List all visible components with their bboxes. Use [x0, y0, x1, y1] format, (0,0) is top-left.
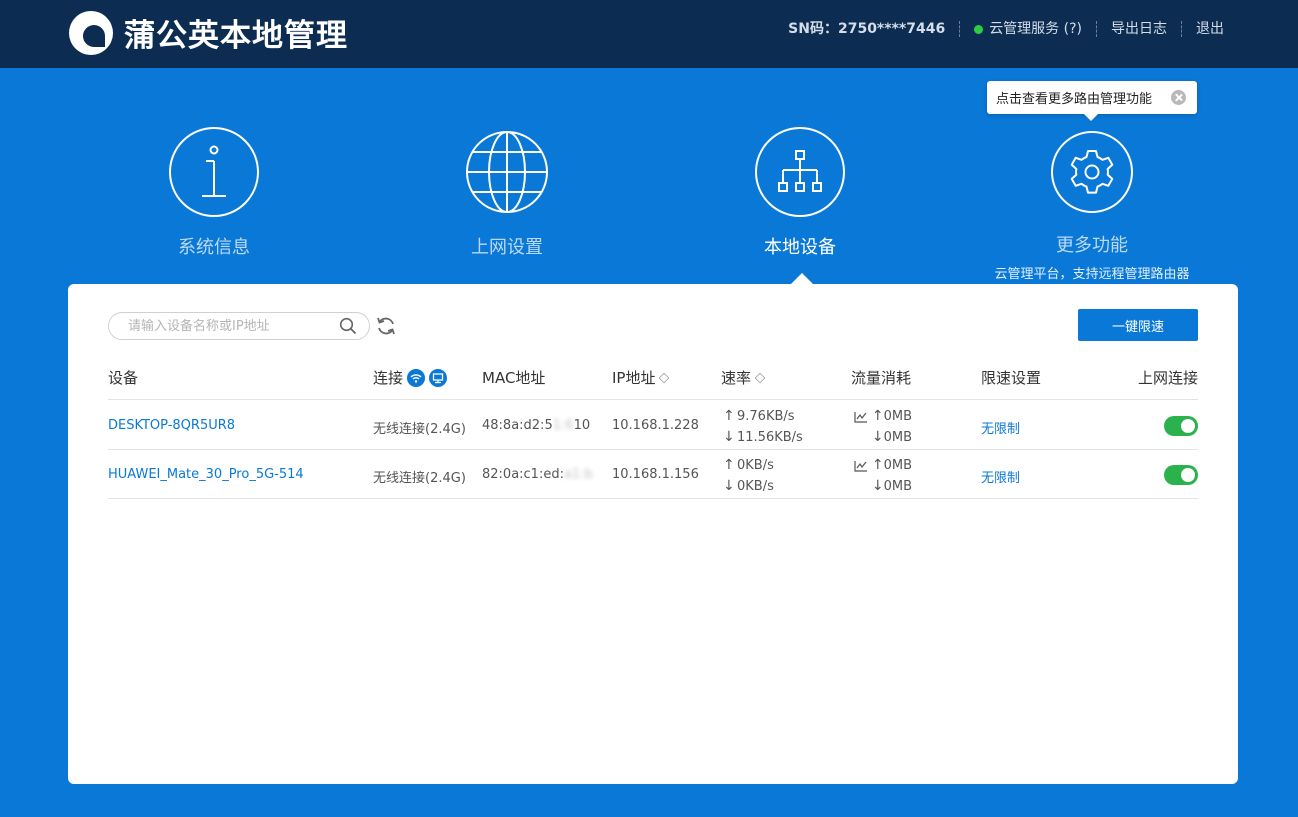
table-row: HUAWEI_Mate_30_Pro_5G-514 无线连接(2.4G) 82:… — [108, 450, 1198, 499]
nav-more-features-subtitle: 云管理平台，支持远程管理路由器 — [994, 267, 1190, 282]
wifi-filter-icon[interactable] — [407, 368, 426, 387]
limit-all-button[interactable]: 一键限速 — [1078, 309, 1198, 341]
header-speed: 速率 — [721, 367, 766, 388]
more-features-tooltip: 点击查看更多路由管理功能 — [987, 81, 1197, 121]
header-mac: MAC地址 — [482, 369, 546, 387]
top-nav: SN码： 2750****7446 云管理服务 (?) 导出日志 退出 — [774, 19, 1238, 39]
export-log-link[interactable]: 导出日志 — [1097, 19, 1181, 39]
sn-value: 2750****7446 — [837, 21, 946, 37]
nav-system-info-label: 系统信息 — [178, 237, 250, 258]
header-limit: 限速设置 — [981, 369, 1042, 387]
traffic-down: 0MB — [883, 430, 912, 445]
cloud-service-link[interactable]: 云管理服务 (?) — [960, 19, 1096, 39]
globe-icon — [462, 127, 552, 217]
sort-icon[interactable] — [754, 372, 766, 383]
speed-down: 11.56KB/s — [737, 430, 803, 445]
header-traffic: 流量消耗 — [851, 369, 912, 387]
traffic-cell: ↑0MB ↓0MB — [848, 406, 912, 448]
speed-down: 0KB/s — [737, 479, 774, 494]
arrow-up-icon: ↑ — [871, 408, 884, 424]
table-header: 设备 连接 MAC地址 IP地址 速率 流量消耗 限速设置 上网连接 — [108, 364, 1198, 400]
header-connection-label: 连接 — [373, 369, 404, 387]
gear-icon — [1051, 131, 1133, 213]
device-list-panel: 一键限速 设备 连接 MAC地址 IP地址 — [68, 284, 1238, 784]
traffic-up: 0MB — [883, 458, 912, 473]
network-topology-icon — [755, 127, 845, 217]
nav-internet-settings-label: 上网设置 — [471, 237, 543, 258]
logout-link[interactable]: 退出 — [1182, 19, 1238, 39]
internet-toggle[interactable] — [1164, 465, 1198, 485]
header-ip-label: IP地址 — [612, 369, 656, 387]
arrow-up-icon: ↑ — [723, 457, 735, 473]
info-icon — [169, 127, 259, 217]
traffic-cell: ↑0MB ↓0MB — [848, 455, 912, 497]
close-icon[interactable] — [1171, 90, 1186, 105]
header-device: 设备 — [108, 369, 139, 387]
mac-redacted: a1:b — [563, 467, 593, 482]
mac-visible: 82:0a:c1:ed: — [482, 467, 564, 482]
serial-number: SN码： 2750****7446 — [774, 19, 959, 39]
arrow-down-icon: ↓ — [723, 429, 735, 445]
arrow-up-icon: ↑ — [723, 408, 735, 424]
arrow-down-icon: ↓ — [871, 429, 884, 445]
limit-setting-link[interactable]: 无限制 — [981, 418, 1020, 437]
mac-address: 48:8a:d2:51:610 — [482, 418, 590, 433]
header-connection: 连接 — [373, 367, 448, 388]
header-speed-label: 速率 — [721, 369, 752, 387]
search-icon[interactable] — [339, 317, 357, 335]
tooltip-text: 点击查看更多路由管理功能 — [996, 92, 1153, 107]
internet-toggle[interactable] — [1164, 416, 1198, 436]
nav-system-info[interactable]: 系统信息 — [114, 127, 314, 259]
connection-type: 无线连接(2.4G) — [373, 422, 466, 437]
sn-label: SN码： — [788, 21, 838, 37]
ip-address: 10.168.1.228 — [612, 418, 699, 433]
active-tab-indicator — [791, 273, 813, 284]
traffic-down: 0MB — [883, 479, 912, 494]
refresh-icon[interactable] — [375, 315, 397, 337]
sort-icon[interactable] — [659, 372, 670, 383]
dandelion-logo-icon — [69, 11, 113, 55]
app-title: 蒲公英本地管理 — [124, 18, 348, 54]
mac-redacted: 1:6 — [552, 418, 574, 433]
search-input[interactable] — [128, 317, 338, 335]
mac-tail: 10 — [573, 418, 591, 433]
nav-more-features[interactable]: 更多功能 云管理平台，支持远程管理路由器 — [992, 127, 1192, 282]
cloud-service-label: 云管理服务 (?) — [989, 21, 1082, 37]
top-bar: 蒲公英本地管理 SN码： 2750****7446 云管理服务 (?) 导出日志… — [0, 0, 1298, 68]
arrow-down-icon: ↓ — [723, 478, 735, 494]
device-name-link[interactable]: DESKTOP-8QR5UR8 — [108, 418, 235, 433]
search-box — [108, 312, 370, 340]
nav-internet-settings[interactable]: 上网设置 — [407, 127, 607, 259]
wired-filter-icon[interactable] — [429, 368, 448, 387]
speed-cell: ↑ 0KB/s ↓ 0KB/s — [723, 455, 774, 497]
device-name-link[interactable]: HUAWEI_Mate_30_Pro_5G-514 — [108, 467, 304, 482]
nav-local-devices[interactable]: 本地设备 — [700, 127, 900, 259]
header-internet: 上网连接 — [1137, 369, 1198, 387]
traffic-chart-icon[interactable] — [853, 460, 868, 472]
speed-up: 0KB/s — [737, 458, 774, 473]
mac-visible: 48:8a:d2:5 — [482, 418, 553, 433]
nav-more-features-label: 更多功能 — [1056, 235, 1128, 256]
table-row: DESKTOP-8QR5UR8 无线连接(2.4G) 48:8a:d2:51:6… — [108, 401, 1198, 450]
nav-local-devices-label: 本地设备 — [764, 237, 836, 258]
mac-address: 82:0a:c1:ed:a1:b — [482, 467, 593, 482]
limit-setting-link[interactable]: 无限制 — [981, 467, 1020, 486]
arrow-up-icon: ↑ — [871, 457, 884, 473]
connection-type: 无线连接(2.4G) — [373, 471, 466, 486]
traffic-chart-icon[interactable] — [853, 411, 868, 423]
arrow-down-icon: ↓ — [871, 478, 884, 494]
traffic-up: 0MB — [883, 409, 912, 424]
ip-address: 10.168.1.156 — [612, 467, 699, 482]
speed-cell: ↑ 9.76KB/s ↓ 11.56KB/s — [723, 406, 803, 448]
online-status-dot-icon — [974, 24, 984, 34]
header-ip: IP地址 — [612, 367, 670, 388]
speed-up: 9.76KB/s — [737, 409, 795, 424]
